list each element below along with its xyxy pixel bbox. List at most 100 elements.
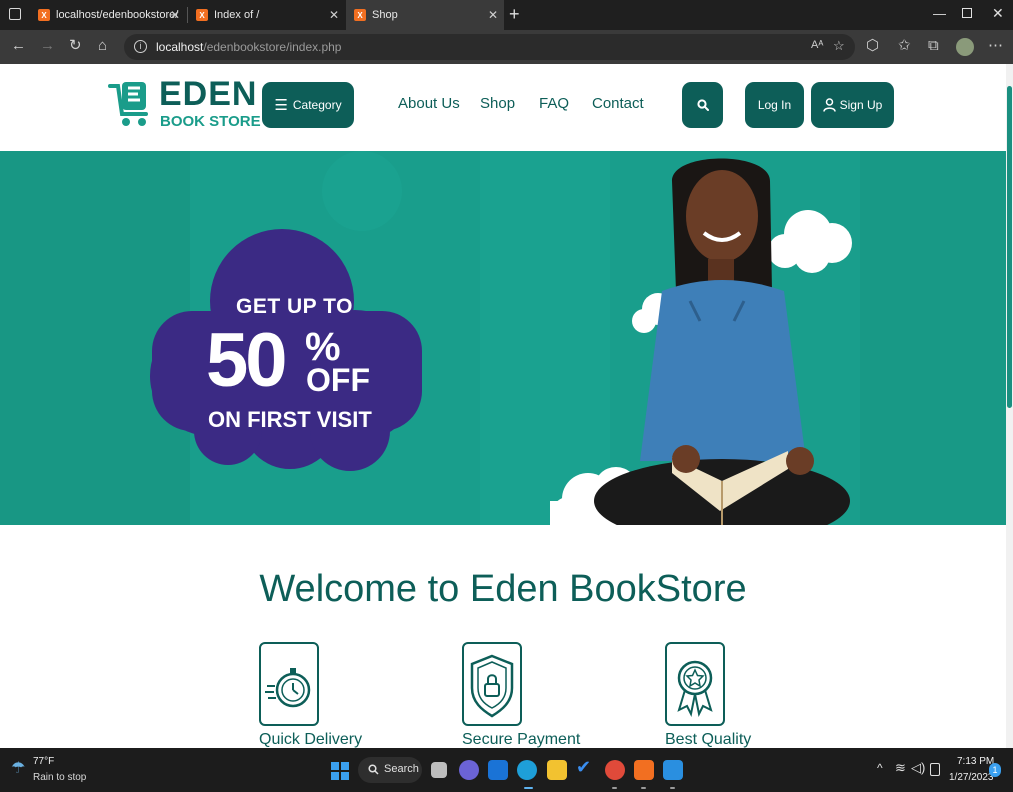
hero-background-art [0,151,1006,525]
close-tab-icon[interactable]: ✕ [488,8,498,22]
taskbar-search-box[interactable]: Search [358,757,422,783]
promo-number: 50 [206,318,288,403]
search-button[interactable] [682,82,723,128]
refresh-icon[interactable]: ↻ [69,38,82,54]
profile-avatar[interactable] [956,38,974,56]
promo-off: OFF [306,362,370,398]
site-logo[interactable]: EDEN BOOK STORE [106,76,261,134]
task-view-icon[interactable] [431,762,447,778]
book-cart-logo-icon [108,82,148,126]
tab-title: Index of / [214,9,260,21]
nav-shop[interactable]: Shop [480,95,515,112]
page-scrollbar[interactable] [1006,64,1013,748]
xampp-favicon-icon: X [354,9,366,21]
url-host: localhost [156,40,204,54]
battery-icon[interactable] [930,763,940,776]
shield-lock-icon [470,654,514,718]
collections-icon[interactable]: ⧉ [928,38,939,54]
file-explorer-icon[interactable] [547,760,567,780]
web-page: EDEN BOOK STORE ☰ Category About Us Shop… [0,64,1006,748]
weather-rain-icon: ☂ [11,760,26,777]
tab-localhost[interactable]: X localhost/edenbookstore/ ✕ [30,0,186,30]
start-windows-icon[interactable] [331,762,349,780]
quick-delivery-card [259,642,319,726]
promo-percent: % [305,325,341,369]
todo-check-icon[interactable]: ✔ [576,757,596,777]
close-window-icon[interactable]: ✕ [992,5,1004,22]
hamburger-menu-icon: ☰ [274,97,288,114]
show-hidden-icons-chevron[interactable]: ^ [877,761,883,775]
browser-toolbar: ← → ↻ ⌂ i localhost/edenbookstore/index.… [0,30,1013,64]
hero-banner: GET UP TO 50 % OFF ON FIRST VISIT [0,151,1006,525]
tab-shop[interactable]: X Shop ✕ [346,0,504,30]
mail-icon[interactable] [488,760,508,780]
more-options-icon[interactable]: ⋯ [988,38,1003,54]
restore-icon[interactable] [962,8,972,18]
read-aloud-icon[interactable]: Aᴬ [811,39,823,51]
url-path: /edenbookstore/index.php [203,40,342,54]
xampp-icon[interactable] [634,760,654,780]
teams-chat-icon[interactable] [459,760,479,780]
welcome-heading: Welcome to Eden BookStore [259,568,747,610]
promo-text-block: GET UP TO 50 % OFF ON FIRST VISIT [180,291,400,451]
edge-running-indicator [524,787,533,789]
secure-payment-card [462,642,522,726]
address-bar[interactable]: i localhost/edenbookstore/index.php Aᴬ ☆ [124,34,855,60]
promo-line-3: ON FIRST VISIT [208,407,372,432]
windows-taskbar: ☂ 77°F Rain to stop Search ✔ ^ ≋ ◁) 7:13… [0,748,1013,792]
nav-faq[interactable]: FAQ [539,95,569,112]
home-icon[interactable]: ⌂ [98,38,107,54]
signup-label: Sign Up [839,98,883,112]
tab-title: localhost/edenbookstore/ [56,9,179,21]
edge-browser-icon[interactable] [517,760,537,780]
category-label: Category [292,98,342,112]
vscode-icon[interactable] [663,760,683,780]
scrollbar-thumb[interactable] [1007,86,1012,408]
stopwatch-icon [265,668,311,708]
login-button[interactable]: Log In [745,82,804,128]
notification-badge[interactable]: 1 [989,763,1001,777]
site-info-icon[interactable]: i [134,40,147,53]
vscode-running-indicator [670,787,675,789]
tab-index-of[interactable]: X Index of / ✕ [188,0,345,30]
url-text: localhost/edenbookstore/index.php [156,40,341,54]
chrome-browser-icon[interactable] [605,760,625,780]
xampp-running-indicator [641,787,646,789]
award-badge-icon [677,660,713,718]
signup-button[interactable]: Sign Up [811,82,894,128]
tab-actions-icon[interactable] [9,8,21,20]
search-icon [696,99,709,111]
xampp-favicon-icon: X [38,9,50,21]
search-icon [368,764,379,775]
wifi-icon[interactable]: ≋ [895,760,906,776]
tab-title: Shop [372,9,398,21]
promo-line-1: GET UP TO [236,295,353,318]
quick-delivery-label: Quick Delivery [259,731,363,748]
clock-date[interactable]: 1/27/2023 [949,772,994,783]
secure-payment-label: Secure Payment [462,731,581,748]
xampp-favicon-icon: X [196,9,208,21]
extensions-icon[interactable]: ⬡ [866,38,879,54]
new-tab-button[interactable]: + [509,4,520,25]
close-tab-icon[interactable]: ✕ [329,8,339,22]
weather-temperature[interactable]: 77°F [33,756,54,767]
taskbar-search-label: Search [384,763,419,775]
weather-description[interactable]: Rain to stop [33,772,86,783]
volume-icon[interactable]: ◁) [911,760,925,776]
user-icon [822,98,836,112]
back-icon[interactable]: ← [11,38,26,54]
logo-text-top: EDEN [159,75,258,113]
minimize-icon[interactable]: — [933,6,946,21]
forward-icon[interactable]: → [40,38,55,54]
browser-tab-bar: X localhost/edenbookstore/ ✕ X Index of … [0,0,1013,30]
favorites-icon[interactable]: ✩ [898,38,911,54]
nav-about-us[interactable]: About Us [398,95,460,112]
chrome-running-indicator [612,787,617,789]
favorite-star-icon[interactable]: ☆ [833,38,845,54]
site-header: EDEN BOOK STORE ☰ Category About Us Shop… [0,64,1006,151]
category-button[interactable]: ☰ Category [262,82,354,128]
close-tab-icon[interactable]: ✕ [170,8,180,22]
logo-text-bottom: BOOK STORE [160,113,261,130]
nav-contact[interactable]: Contact [592,95,644,112]
best-quality-card [665,642,725,726]
